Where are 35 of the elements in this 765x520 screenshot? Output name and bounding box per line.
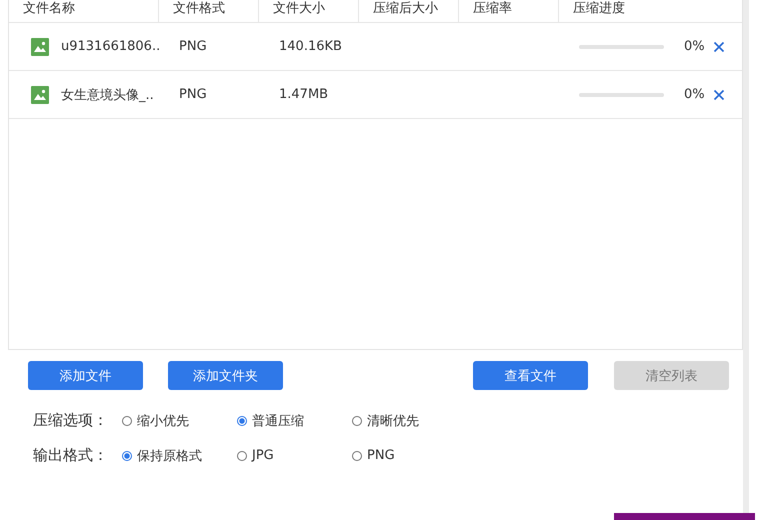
radio-label: 普通压缩 <box>252 412 304 430</box>
remove-icon[interactable] <box>712 40 725 52</box>
progress-percent: 0% <box>684 39 705 54</box>
image-file-icon <box>31 38 49 56</box>
action-button[interactable]: 添加文件 <box>28 361 143 390</box>
image-file-icon <box>31 86 49 104</box>
radio-label: JPG <box>252 448 274 463</box>
radio-button[interactable] <box>237 450 247 460</box>
radio-button[interactable] <box>352 450 362 460</box>
option-label: 输出格式： <box>33 446 109 465</box>
column-header: 压缩后大小 <box>359 0 459 22</box>
action-button[interactable]: 查看文件 <box>473 361 588 390</box>
radio-button[interactable] <box>122 416 132 426</box>
file-name: u9131661806.. <box>61 39 160 54</box>
file-size: 140.16KB <box>279 39 342 54</box>
radio-button[interactable] <box>352 416 362 426</box>
radio-label: PNG <box>367 448 395 463</box>
file-format: PNG <box>179 39 207 54</box>
file-name: 女生意境头像_.. <box>61 86 154 104</box>
radio-label: 缩小优先 <box>137 412 189 430</box>
column-header: 压缩率 <box>459 0 559 22</box>
column-header: 文件格式 <box>159 0 259 22</box>
column-header: 压缩进度 <box>572 0 626 18</box>
file-format: PNG <box>179 87 207 102</box>
column-header: 文件名称 <box>9 0 159 22</box>
action-button[interactable]: 添加文件夹 <box>168 361 283 390</box>
column-header: 文件大小 <box>259 0 359 22</box>
option-label: 压缩选项： <box>33 411 109 430</box>
radio-button[interactable] <box>237 416 247 426</box>
file-size: 1.47MB <box>279 87 328 102</box>
radio-button[interactable] <box>122 450 132 460</box>
radio-label: 清晰优先 <box>367 412 419 430</box>
radio-label: 保持原格式 <box>137 448 202 464</box>
progress-percent: 0% <box>684 87 705 102</box>
remove-icon[interactable] <box>712 88 725 100</box>
